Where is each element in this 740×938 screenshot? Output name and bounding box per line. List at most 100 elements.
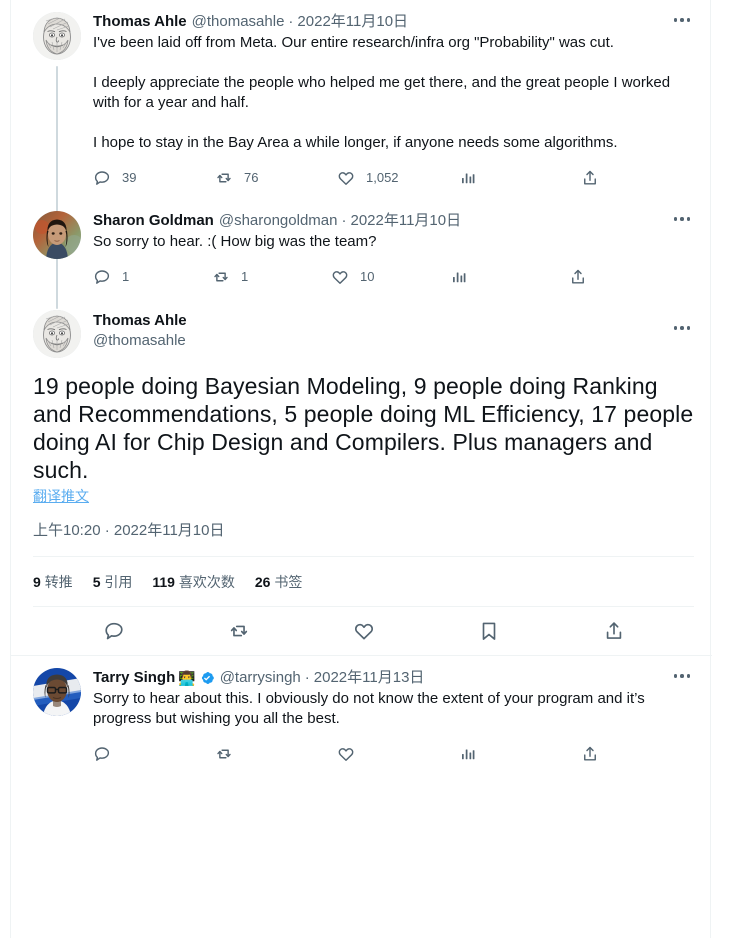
avatar[interactable] (33, 211, 81, 259)
like-action[interactable] (344, 611, 384, 651)
retweet-icon (212, 268, 230, 286)
author-name[interactable]: Thomas Ahle (93, 12, 187, 32)
reply-icon (93, 169, 111, 187)
reply-icon (93, 268, 111, 286)
reply-action[interactable] (93, 745, 215, 763)
stat-quotes[interactable]: 5 引用 (93, 572, 133, 592)
stat-likes-value: 119 (152, 574, 175, 590)
more-options-icon[interactable] (670, 10, 694, 30)
reply-action[interactable]: 39 (93, 169, 215, 187)
thread-connector-line (56, 265, 58, 309)
avatar[interactable] (33, 12, 81, 60)
tweet-sharon[interactable]: Sharon Goldman @sharongoldman · 2022年11月… (11, 207, 710, 309)
stat-retweets[interactable]: 9 转推 (33, 572, 73, 592)
share-action[interactable] (581, 169, 610, 187)
focused-tweet: Thomas Ahle @thomasahle 19 people doing … (11, 304, 712, 656)
analytics-icon (450, 268, 468, 286)
avatar-image-thomas-ahle (33, 310, 81, 358)
avatar-image-thomas-ahle (33, 12, 81, 60)
retweet-action[interactable] (215, 745, 337, 763)
like-count: 10 (360, 269, 375, 284)
tweet-header: Sharon Goldman @sharongoldman · 2022年11月… (93, 211, 694, 231)
bookmark-action[interactable] (469, 611, 509, 651)
like-action[interactable]: 1,052 (337, 169, 459, 187)
like-action[interactable]: 10 (331, 268, 450, 286)
author-name[interactable]: Sharon Goldman (93, 211, 214, 231)
author-handle[interactable]: @tarrysingh (220, 668, 301, 688)
share-icon (603, 620, 625, 642)
avatar[interactable] (33, 668, 81, 716)
tweet-tarry[interactable]: Tarry Singh 👨‍💻 @tarrysingh · 2022年11月13… (11, 656, 710, 769)
focused-tweet-header: Thomas Ahle @thomasahle (33, 310, 694, 358)
tweet-text: So sorry to hear. :( How big was the tea… (93, 233, 377, 250)
reply-count: 39 (122, 170, 137, 185)
like-action[interactable] (337, 745, 459, 763)
tweet-body: Tarry Singh 👨‍💻 @tarrysingh · 2022年11月13… (81, 668, 694, 769)
views-action[interactable] (459, 745, 581, 763)
share-action[interactable] (581, 745, 599, 763)
like-count: 1,052 (366, 170, 399, 185)
share-icon (581, 745, 599, 763)
more-options-icon[interactable] (670, 209, 694, 229)
tweet-action-bar: 39 76 1,052 (93, 163, 596, 193)
heart-icon (353, 620, 375, 642)
focused-tweet-text: 19 people doing Bayesian Modeling, 9 peo… (33, 373, 694, 483)
tweet-date[interactable]: 2022年11月13日 (314, 668, 425, 688)
share-action[interactable] (569, 268, 688, 286)
tweet-timestamp[interactable]: 上午10:20 · 2022年11月10日 (33, 521, 694, 556)
header-separator: · (288, 13, 294, 30)
verified-badge-icon (199, 670, 215, 686)
heart-icon (337, 169, 355, 187)
author-handle[interactable]: @sharongoldman (219, 211, 338, 231)
tweet-body: Sharon Goldman @sharongoldman · 2022年11月… (81, 211, 694, 304)
views-action[interactable] (459, 169, 581, 187)
analytics-icon (459, 745, 477, 763)
avatar-image-tarry-singh (33, 668, 81, 716)
avatar-column (33, 211, 81, 309)
tweet-thomas-first[interactable]: Thomas Ahle @thomasahle · 2022年11月10日 I'… (11, 0, 710, 298)
technologist-emoji-icon: 👨‍💻 (178, 670, 196, 686)
heart-icon (331, 268, 349, 286)
stat-bookmarks[interactable]: 26 书签 (255, 572, 302, 592)
tweet-date[interactable]: 2022年11月10日 (297, 12, 408, 32)
reply-icon (93, 745, 111, 763)
stat-likes-label: 喜欢次数 (178, 574, 235, 590)
tweet-action-bar (93, 739, 613, 769)
author-handle[interactable]: @thomasahle (192, 12, 285, 32)
stat-quotes-label: 引用 (104, 574, 133, 590)
retweet-action[interactable] (219, 611, 259, 651)
reply-action[interactable]: 1 (93, 268, 212, 286)
more-options-icon[interactable] (670, 666, 694, 686)
tweet-action-bar: 1 1 10 (93, 262, 584, 292)
retweet-action[interactable]: 1 (212, 268, 331, 286)
tweet-date[interactable]: 2022年11月10日 (350, 211, 461, 231)
stat-bookmarks-label: 书签 (274, 574, 303, 590)
reply-action[interactable] (94, 611, 134, 651)
avatar[interactable] (33, 310, 81, 358)
stat-bookmarks-value: 26 (254, 574, 271, 590)
author-name[interactable]: Thomas Ahle (93, 311, 187, 331)
author-name[interactable]: Tarry Singh (93, 668, 175, 688)
retweet-icon (215, 169, 233, 187)
tweet-text: Sorry to hear about this. I obviously do… (93, 690, 649, 727)
tweet-header: Tarry Singh 👨‍💻 @tarrysingh · 2022年11月13… (93, 668, 694, 688)
avatar-image-sharon-goldman (33, 211, 81, 259)
stat-likes[interactable]: 119 喜欢次数 (152, 572, 234, 592)
translate-tweet-link[interactable]: 翻译推文 (33, 487, 694, 506)
reply-count: 1 (122, 269, 130, 284)
header-separator: · (304, 669, 310, 686)
focused-tweet-action-bar (33, 607, 694, 655)
more-options-icon[interactable] (670, 318, 694, 338)
share-action[interactable] (594, 611, 634, 651)
stat-retweets-value: 9 (33, 574, 41, 590)
analytics-icon (459, 169, 477, 187)
timeline-column: Thomas Ahle @thomasahle · 2022年11月10日 I'… (10, 0, 712, 938)
retweet-icon (215, 745, 233, 763)
share-icon (569, 268, 587, 286)
avatar-column (33, 668, 81, 769)
tweet-body: Thomas Ahle @thomasahle · 2022年11月10日 I'… (81, 12, 694, 207)
retweet-action[interactable]: 76 (215, 169, 337, 187)
author-handle[interactable]: @thomasahle (93, 331, 187, 351)
tweet-header: Thomas Ahle @thomasahle · 2022年11月10日 (93, 12, 694, 32)
views-action[interactable] (450, 268, 569, 286)
